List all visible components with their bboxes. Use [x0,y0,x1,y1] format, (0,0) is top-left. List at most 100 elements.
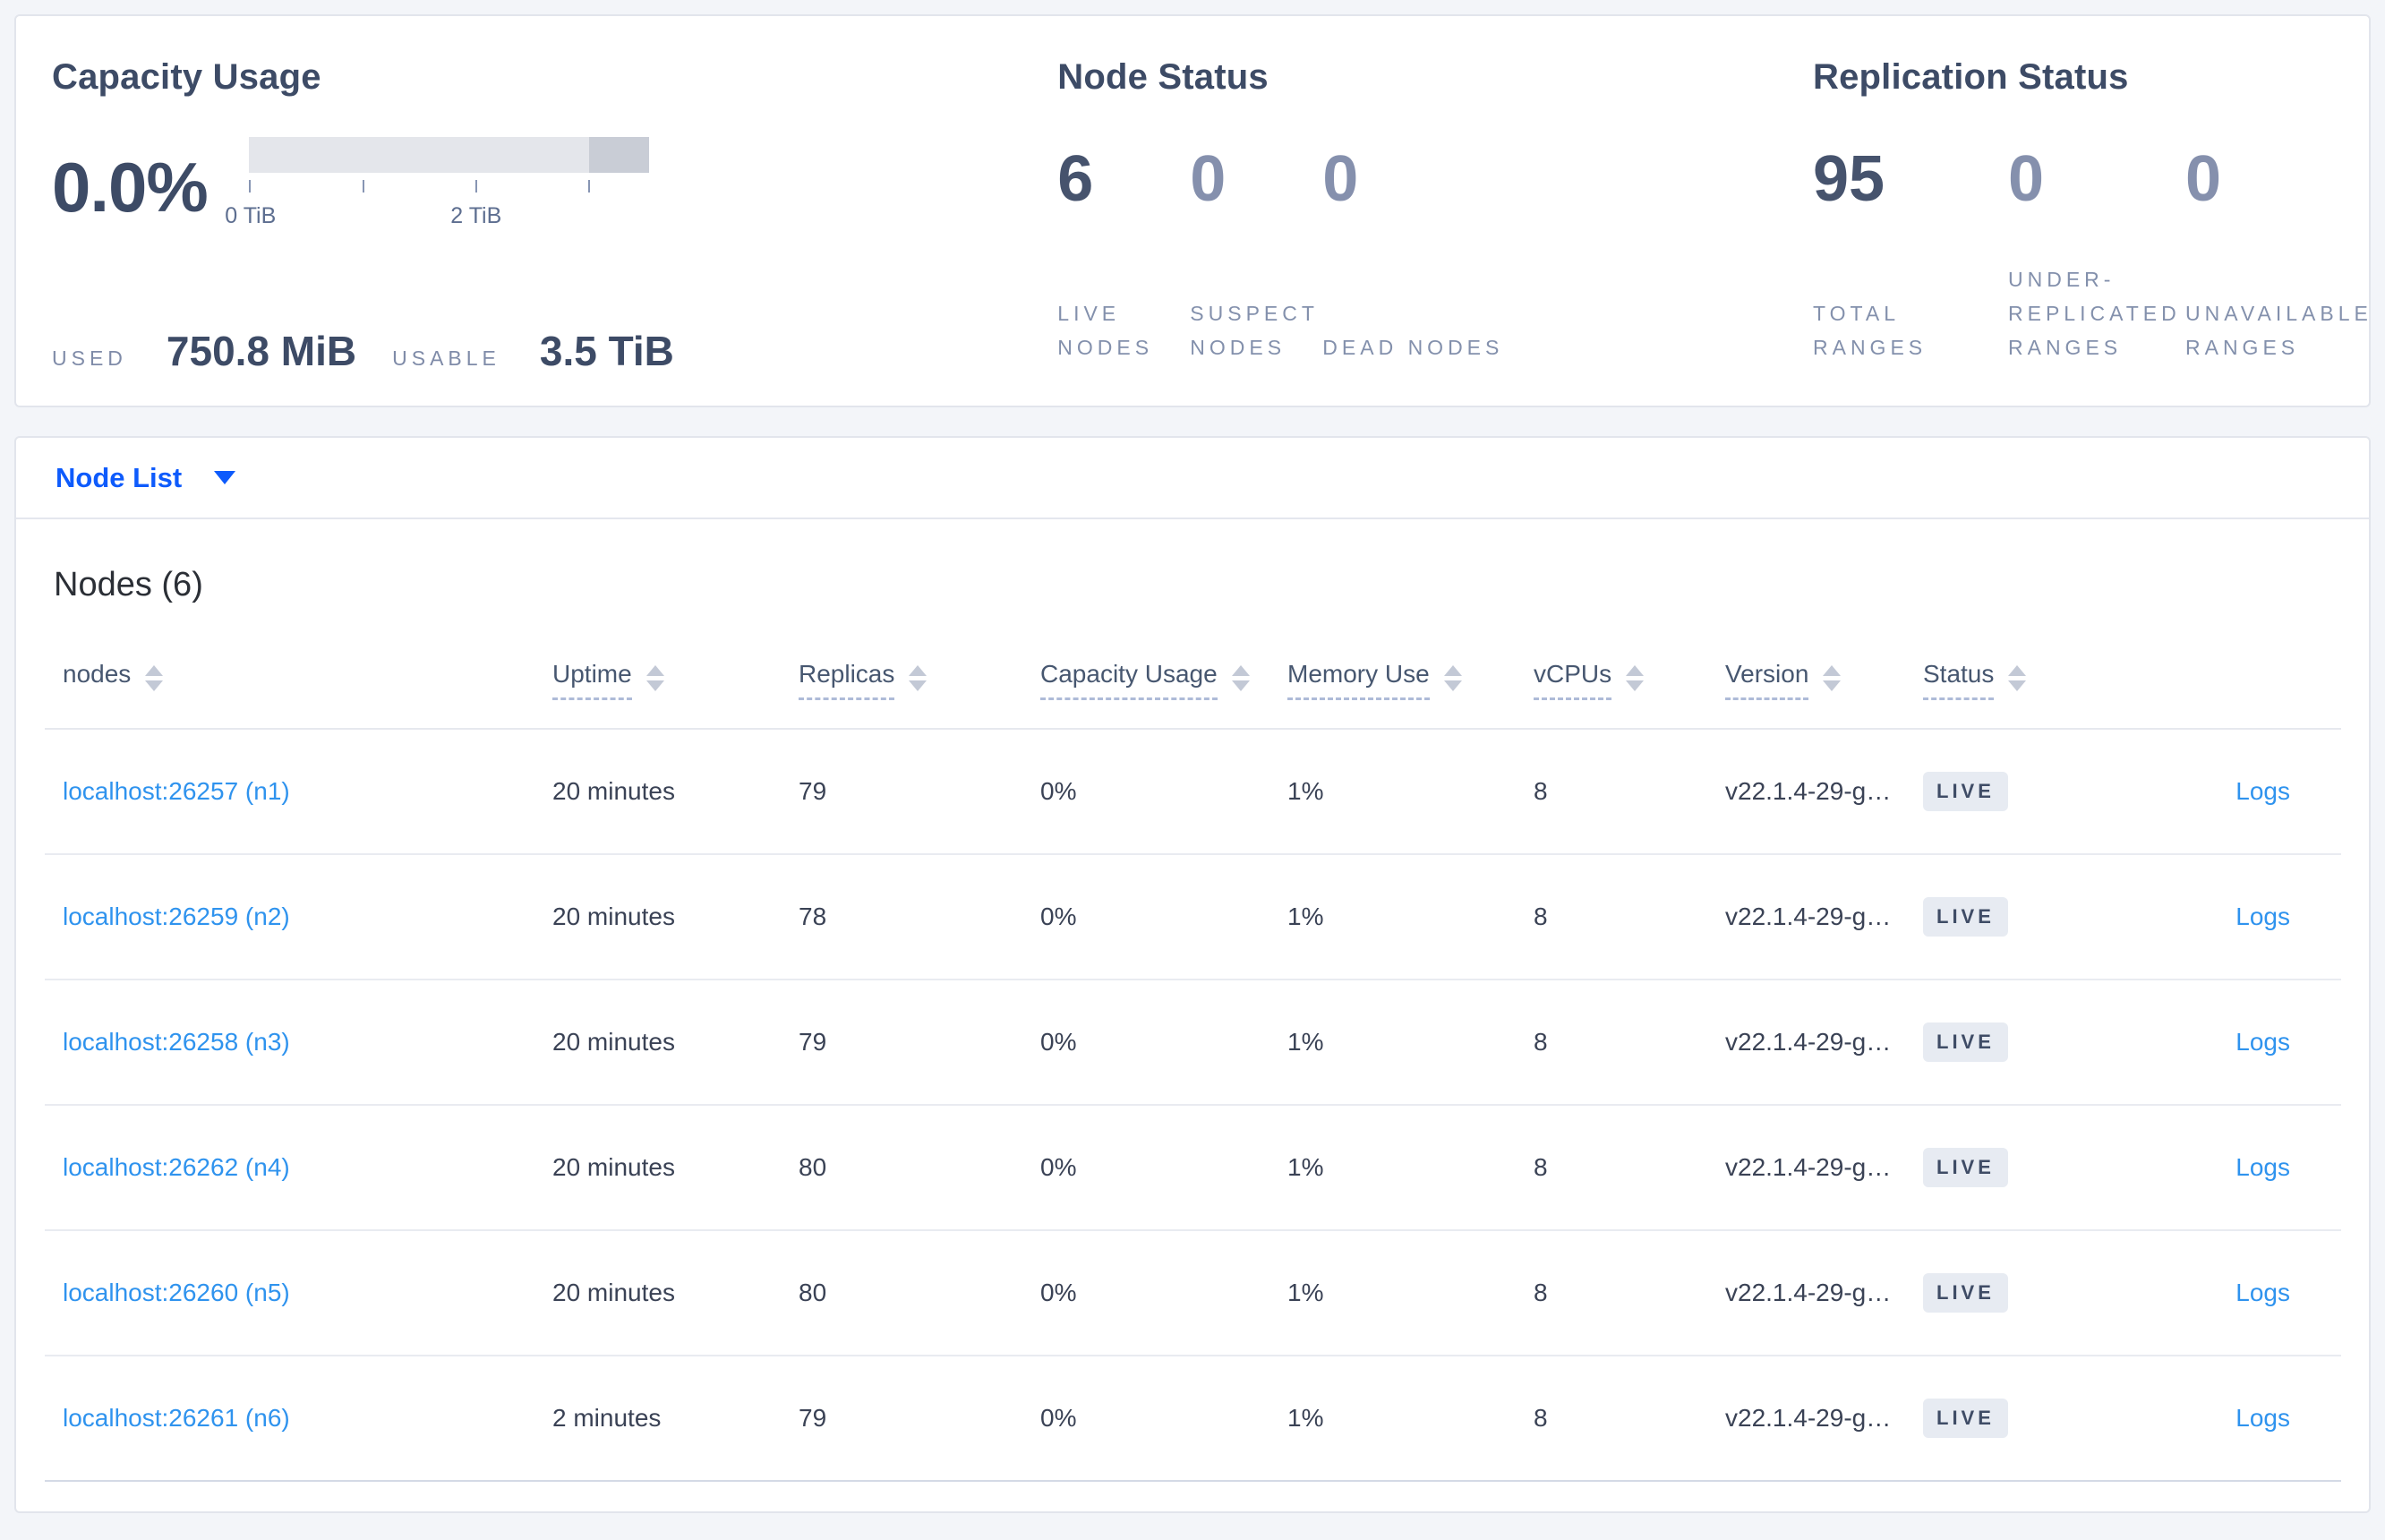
status-badge: LIVE [1923,897,2008,937]
column-header-vcpus[interactable]: vCPUs [1534,660,1725,700]
node-list-panel: Node List Nodes (6) nodes Uptime Replica… [14,436,2371,1513]
capacity-usage-title: Capacity Usage [52,57,321,97]
status-badge: LIVE [1923,1273,2008,1313]
node-status-section: Node Status 6 LIVE NODES 0 SUSPECT NODES… [1057,57,1813,406]
status-badge: LIVE [1923,1399,2008,1438]
suspect-nodes-count: 0 [1190,143,1227,215]
total-ranges-label: TOTAL RANGES [1813,302,1928,359]
column-header-memory-use[interactable]: Memory Use [1287,660,1534,700]
status-badge: LIVE [1923,1022,2008,1062]
node-link[interactable]: localhost:26259 (n2) [63,903,290,930]
used-label: USED [52,346,127,370]
table-row: localhost:26257 (n1) 20 minutes 79 0% 1%… [45,730,2341,855]
sort-icon [1231,665,1250,691]
live-nodes-stat: 6 LIVE NODES [1057,142,1190,364]
replicas-cell: 79 [799,1028,827,1056]
node-list-dropdown[interactable]: Node List [56,461,236,494]
under-replicated-ranges-count: 0 [2008,143,2045,215]
version-cell: v22.1.4-29-g… [1725,1279,1892,1306]
axis-tick [362,180,364,192]
logs-link[interactable]: Logs [2235,1279,2290,1306]
suspect-nodes-stat: 0 SUSPECT NODES [1190,142,1322,364]
capacity-cell: 0% [1040,1279,1077,1306]
node-status-title: Node Status [1057,57,1269,97]
status-badge: LIVE [1923,772,2008,811]
usable-label: USABLE [392,346,500,370]
column-header-status[interactable]: Status [1923,660,2147,700]
sort-icon [145,665,164,691]
under-replicated-ranges-label: UNDER-REPLICATED RANGES [2008,268,2181,359]
total-ranges-count: 95 [1813,143,1885,215]
sort-icon [645,665,664,691]
capacity-cell: 0% [1040,1153,1077,1181]
table-row: localhost:26262 (n4) 20 minutes 80 0% 1%… [45,1106,2341,1231]
vcpus-cell: 8 [1534,903,1548,930]
axis-tick-label: 0 TiB [225,203,277,228]
column-header-capacity-usage[interactable]: Capacity Usage [1040,660,1287,700]
uptime-cell: 20 minutes [552,777,675,805]
table-row: localhost:26258 (n3) 20 minutes 79 0% 1%… [45,980,2341,1106]
axis-tick-label: 2 TiB [450,203,502,228]
capacity-usage-bar: 0 TiB 2 TiB [225,137,649,228]
table-row: localhost:26259 (n2) 20 minutes 78 0% 1%… [45,855,2341,980]
live-nodes-label: LIVE NODES [1057,302,1154,359]
view-selector-bar: Node List [16,438,2369,519]
capacity-used-percent: 0.0% [52,147,209,227]
uptime-cell: 20 minutes [552,1153,675,1181]
memory-cell: 1% [1287,903,1324,930]
node-link[interactable]: localhost:26262 (n4) [63,1153,290,1181]
logs-link[interactable]: Logs [2235,1404,2290,1432]
column-header-version[interactable]: Version [1725,660,1923,700]
capacity-cell: 0% [1040,1028,1077,1056]
cluster-summary-card: Capacity Usage 0.0% 0 TiB 2 TiB USED 750… [14,14,2371,407]
capacity-cell: 0% [1040,903,1077,930]
capacity-bar-usable-segment [248,137,589,173]
chevron-down-icon [214,471,236,484]
unavailable-ranges-count: 0 [2185,143,2222,215]
memory-cell: 1% [1287,1153,1324,1181]
vcpus-cell: 8 [1534,1404,1548,1432]
node-link[interactable]: localhost:26261 (n6) [63,1404,290,1432]
node-link[interactable]: localhost:26257 (n1) [63,777,290,805]
logs-link[interactable]: Logs [2235,903,2290,930]
uptime-cell: 2 minutes [552,1404,662,1432]
nodes-table-section: Nodes (6) nodes Uptime Replicas Capacity… [16,519,2369,1482]
node-link[interactable]: localhost:26258 (n3) [63,1028,290,1056]
unavailable-ranges-stat: 0 UNAVAILABLE RANGES [2185,142,2369,364]
under-replicated-ranges-stat: 0 UNDER-REPLICATED RANGES [2008,142,2185,364]
memory-cell: 1% [1287,1404,1324,1432]
logs-link[interactable]: Logs [2235,777,2290,805]
capacity-cell: 0% [1040,777,1077,805]
vcpus-cell: 8 [1534,1153,1548,1181]
vcpus-cell: 8 [1534,777,1548,805]
logs-link[interactable]: Logs [2235,1153,2290,1181]
memory-cell: 1% [1287,777,1324,805]
sort-icon [2008,665,2027,691]
nodes-table-title: Nodes (6) [54,566,203,603]
logs-link[interactable]: Logs [2235,1028,2290,1056]
capacity-usage-section: Capacity Usage 0.0% 0 TiB 2 TiB USED 750… [52,57,1057,406]
dead-nodes-count: 0 [1322,143,1359,215]
capacity-bar-remainder-segment [588,137,649,173]
column-header-uptime[interactable]: Uptime [552,660,799,700]
replication-status-section: Replication Status 95 TOTAL RANGES 0 UND… [1813,57,2369,406]
capacity-cell: 0% [1040,1404,1077,1432]
total-ranges-stat: 95 TOTAL RANGES [1813,142,2008,364]
node-list-dropdown-label: Node List [56,461,183,493]
axis-tick [587,180,590,192]
replicas-cell: 80 [799,1279,827,1306]
memory-cell: 1% [1287,1028,1324,1056]
column-header-replicas[interactable]: Replicas [799,660,1040,700]
live-nodes-count: 6 [1057,143,1094,215]
nodes-table-header: nodes Uptime Replicas Capacity Usage Mem… [45,660,2341,730]
replicas-cell: 79 [799,1404,827,1432]
vcpus-cell: 8 [1534,1028,1548,1056]
sort-icon [1823,665,1842,691]
sort-icon [909,665,928,691]
node-link[interactable]: localhost:26260 (n5) [63,1279,290,1306]
column-header-nodes[interactable]: nodes [45,660,552,697]
unavailable-ranges-label: UNAVAILABLE RANGES [2185,302,2372,359]
replication-status-title: Replication Status [1813,57,2129,97]
memory-cell: 1% [1287,1279,1324,1306]
suspect-nodes-label: SUSPECT NODES [1190,302,1319,359]
